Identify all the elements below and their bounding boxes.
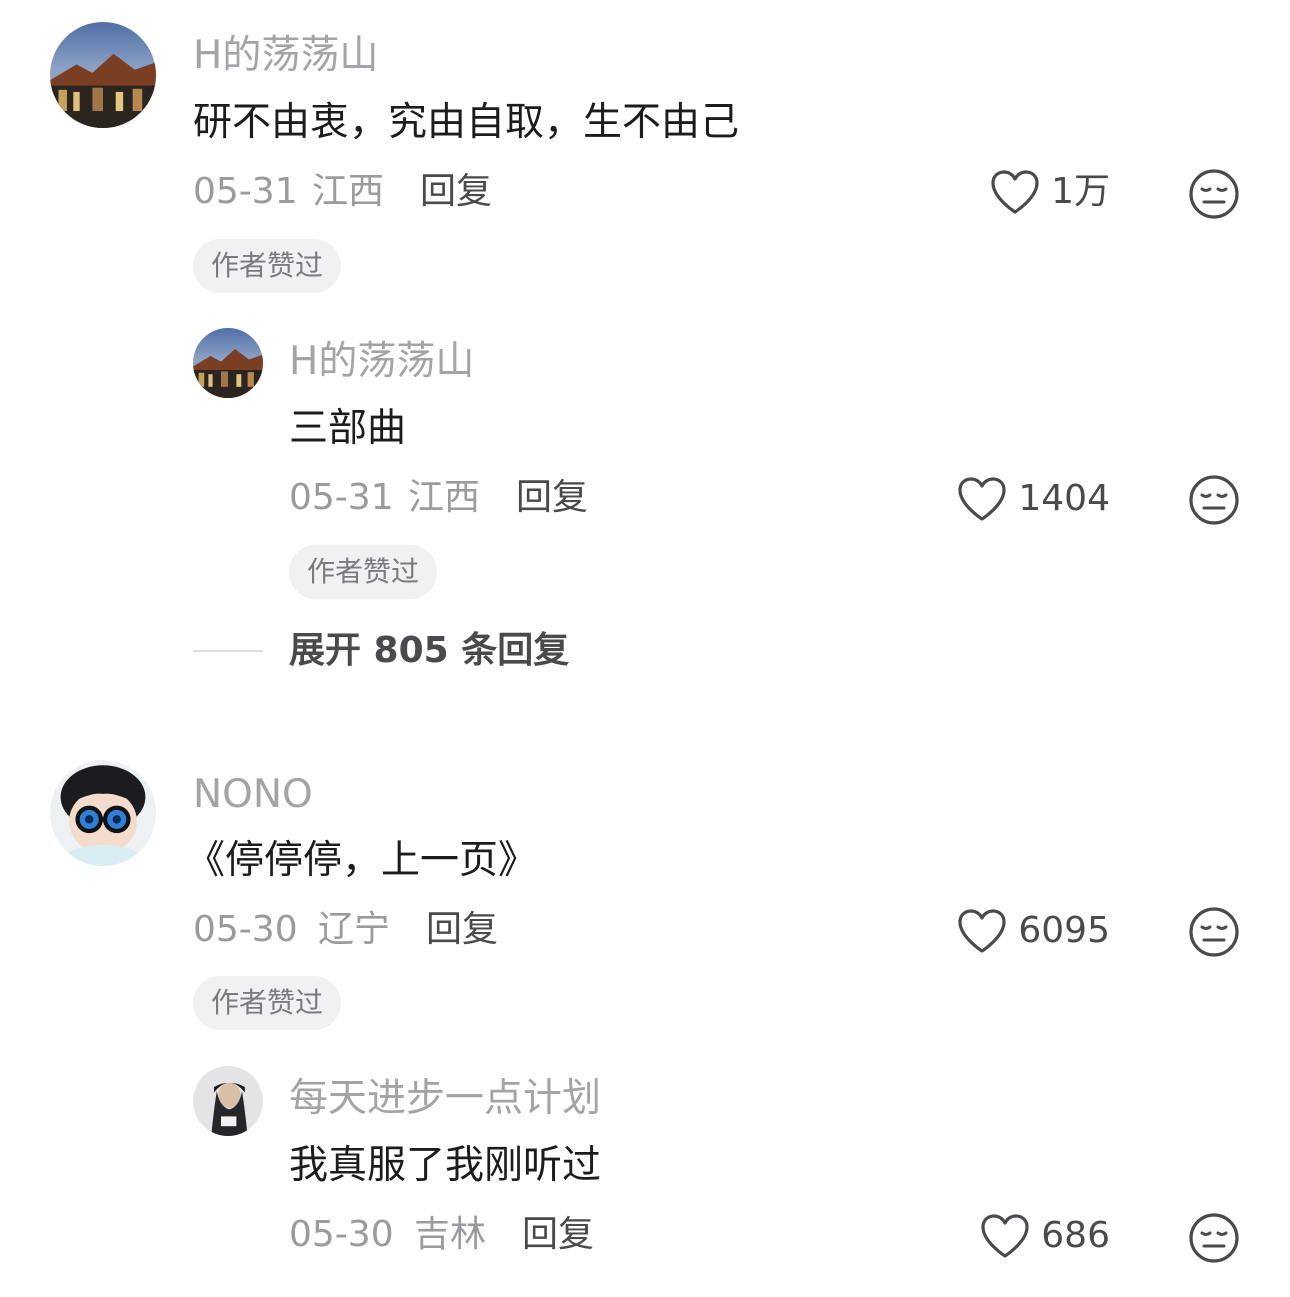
reply-button[interactable]: 回复 — [522, 1217, 594, 1253]
heart-outline-icon — [958, 477, 1006, 521]
expand-replies-button[interactable]: 展开 805 条回复 — [289, 633, 569, 669]
comment-text: 研不由衷，究由自取，生不由己 — [193, 100, 740, 145]
reply-date: 05-31 — [289, 477, 394, 518]
reply-text: 我真服了我刚听过 — [289, 1143, 602, 1188]
like-count: 1万 — [1051, 171, 1110, 212]
comment-text: 《停停停，上一页》 — [186, 838, 538, 883]
reply-location: 吉林 — [414, 1214, 487, 1255]
reply-username[interactable]: H的荡荡山 — [289, 342, 474, 381]
dislike-button[interactable] — [1188, 168, 1240, 220]
like-button[interactable]: 1万 — [989, 168, 1110, 216]
reply-location: 江西 — [408, 477, 481, 518]
user-avatar[interactable] — [193, 328, 263, 398]
reply-button[interactable]: 回复 — [420, 174, 492, 210]
like-button[interactable]: 1404 — [956, 475, 1110, 523]
dislike-button[interactable] — [1188, 906, 1240, 958]
author-liked-badge: 作者赞过 — [193, 239, 342, 293]
reply-item: 每天进步一点计划 我真服了我刚听过 05-30 吉林 回复 686 — [0, 1040, 1290, 1297]
reply-button[interactable]: 回复 — [426, 912, 498, 948]
comment-date: 05-30 — [193, 909, 298, 950]
meh-face-icon — [1189, 475, 1239, 525]
comment-location: 辽宁 — [318, 909, 391, 950]
comment-item: NONO 《停停停，上一页》 05-30 辽宁 回复 6095 作者赞过 — [0, 740, 1290, 1040]
person-avatar-icon — [193, 1066, 263, 1136]
reply-text: 三部曲 — [289, 406, 407, 451]
author-liked-badge: 作者赞过 — [193, 976, 342, 1030]
heart-outline-icon — [991, 170, 1039, 214]
like-count: 686 — [1041, 1215, 1110, 1256]
heart-outline-icon — [958, 909, 1006, 953]
like-button[interactable]: 6095 — [956, 907, 1110, 955]
author-liked-badge: 作者赞过 — [289, 545, 438, 599]
landscape-avatar-icon — [50, 22, 156, 128]
comment-location: 江西 — [312, 171, 385, 212]
meh-face-icon — [1189, 169, 1239, 219]
meh-face-icon — [1189, 1213, 1239, 1263]
comment-item: H的荡荡山 研不由衷，究由自取，生不由己 05-31 江西 回复 1万 作者赞过 — [0, 0, 1290, 300]
comment-date: 05-31 — [193, 171, 298, 212]
user-avatar[interactable] — [50, 22, 156, 128]
reply-date: 05-30 — [289, 1214, 394, 1255]
heart-outline-icon — [981, 1214, 1029, 1258]
dislike-button[interactable] — [1188, 1212, 1240, 1264]
like-button[interactable]: 686 — [979, 1212, 1110, 1260]
dislike-button[interactable] — [1188, 474, 1240, 526]
comment-username[interactable]: NONO — [193, 775, 313, 814]
user-avatar[interactable] — [50, 760, 156, 866]
reply-button[interactable]: 回复 — [516, 480, 588, 516]
user-avatar[interactable] — [193, 1066, 263, 1136]
reply-username[interactable]: 每天进步一点计划 — [289, 1079, 601, 1118]
reply-item: H的荡荡山 三部曲 05-31 江西 回复 1404 作者赞过 — [0, 300, 1290, 620]
like-count: 1404 — [1018, 478, 1110, 519]
like-count: 6095 — [1018, 910, 1110, 951]
expand-divider — [193, 650, 263, 652]
meh-face-icon — [1189, 907, 1239, 957]
cartoon-avatar-icon — [50, 760, 156, 866]
comment-username[interactable]: H的荡荡山 — [193, 36, 378, 75]
landscape-avatar-icon — [193, 328, 263, 398]
